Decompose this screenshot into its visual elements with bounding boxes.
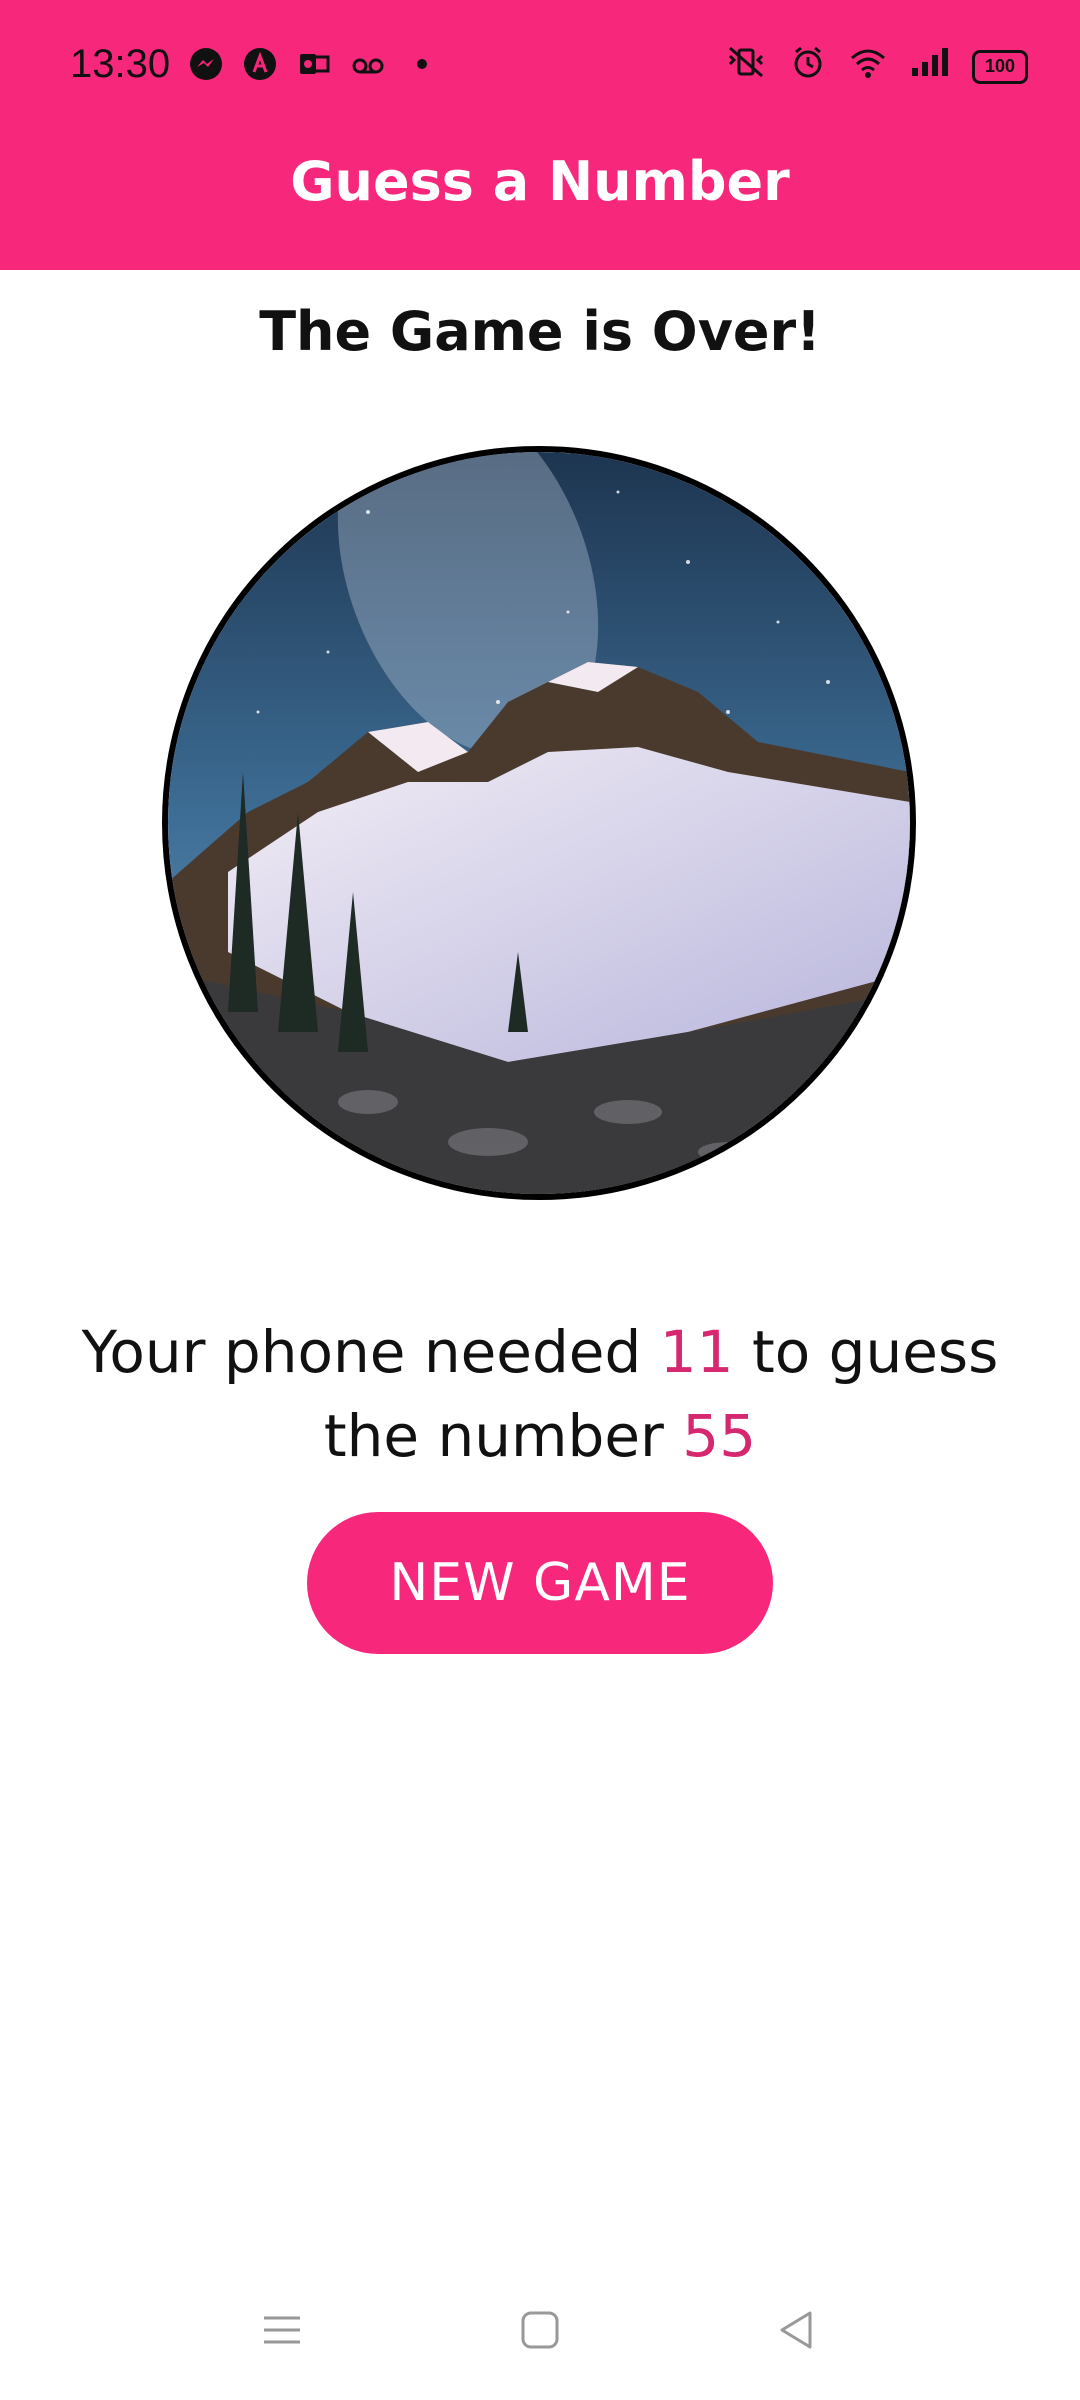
- rounds-number: 11: [659, 1318, 734, 1386]
- alarm-icon: [790, 44, 826, 89]
- home-icon[interactable]: [520, 2310, 560, 2354]
- app-title: Guess a Number: [290, 150, 790, 213]
- result-prefix: Your phone needed: [81, 1318, 660, 1386]
- battery-icon: 100: [972, 49, 1028, 84]
- navigation-bar: [0, 2290, 1080, 2380]
- menu-icon[interactable]: [262, 2310, 302, 2354]
- game-over-heading: The Game is Over!: [259, 300, 821, 363]
- dot-icon: [402, 44, 442, 84]
- app-header: 13:30 100 Guess a Number: [0, 0, 1080, 270]
- status-time: 13:30: [70, 42, 171, 86]
- signal-icon: [910, 44, 950, 89]
- notification-icons: [186, 44, 442, 84]
- new-game-button[interactable]: NEW GAME: [307, 1512, 773, 1654]
- result-text: Your phone needed 11 to guess the number…: [60, 1310, 1020, 1478]
- voicemail-icon: [348, 44, 388, 84]
- app-a-icon: [240, 44, 280, 84]
- wifi-icon: [848, 44, 888, 89]
- success-image: [162, 446, 916, 1200]
- vibrate-icon: [724, 44, 768, 89]
- back-icon[interactable]: [776, 2310, 816, 2354]
- status-bar: 13:30 100: [0, 30, 1080, 100]
- messenger-icon: [186, 44, 226, 84]
- user-number: 55: [682, 1402, 757, 1470]
- outlook-icon: [294, 44, 334, 84]
- system-icons: 100: [724, 44, 1028, 89]
